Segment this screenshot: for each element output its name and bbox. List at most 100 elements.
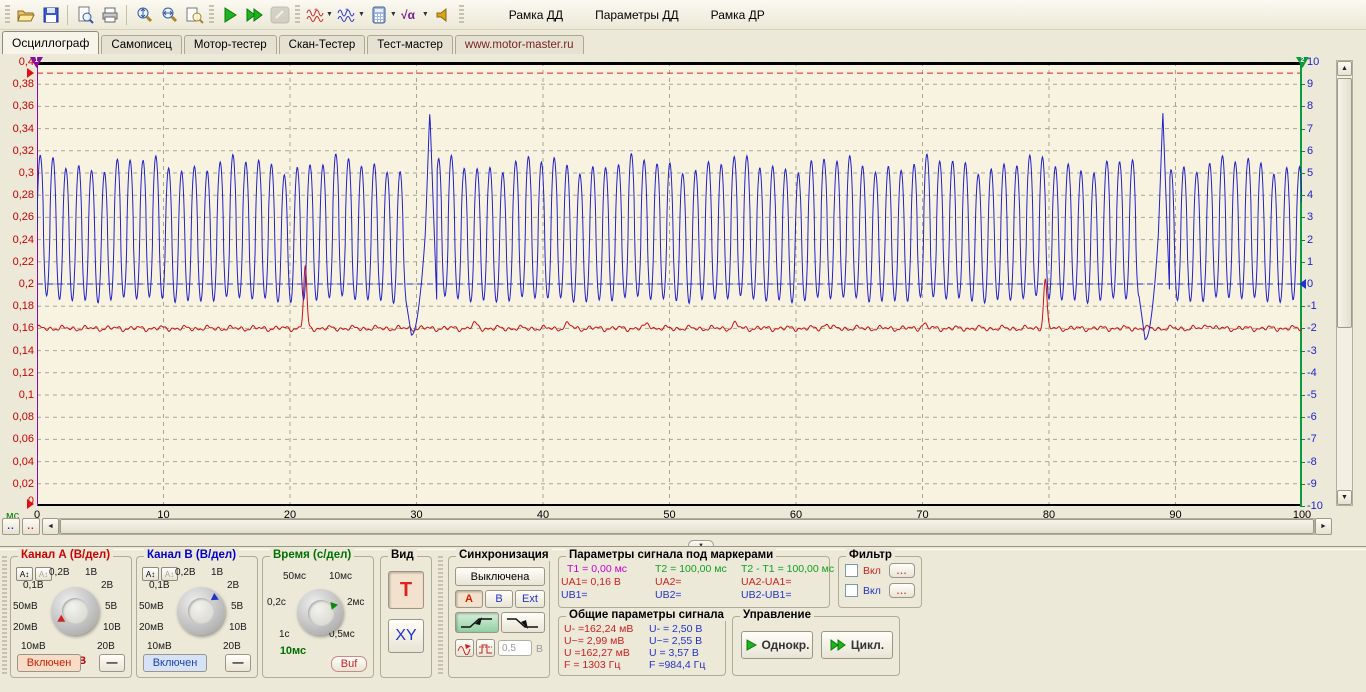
- channel-b-zero-arrow[interactable]: [1294, 279, 1306, 289]
- plot-region: 0,020,040,060,080,10,120,140,160,180,20,…: [0, 54, 1366, 546]
- tab-scan-tester[interactable]: Скан-Тестер: [279, 35, 366, 54]
- knob-pointer: [211, 593, 224, 605]
- sync-off-button[interactable]: Выключена: [455, 567, 545, 586]
- dt-value: T2 - T1 = 100,00 мс: [741, 563, 834, 575]
- y-axis-right-tickmark: [1300, 173, 1305, 174]
- y-axis-right-tickmark: [1300, 373, 1305, 374]
- knob-center: [188, 598, 214, 624]
- knob-label: 5В: [231, 601, 243, 612]
- channel-b-invert-button[interactable]: —: [225, 654, 251, 672]
- y-axis-left-tick: 0,1: [0, 389, 34, 401]
- toolbar-separator: [126, 5, 127, 25]
- tab-website[interactable]: www.motor-master.ru: [455, 35, 584, 54]
- spectrum-b-icon[interactable]: +: [335, 3, 360, 27]
- trigger-level-arrow[interactable]: [27, 68, 39, 78]
- menu-frame-dr[interactable]: Рамка ДР: [695, 4, 781, 26]
- menu-params-dd[interactable]: Параметры ДД: [579, 4, 695, 26]
- dropdown-arrow-icon[interactable]: ▼: [326, 11, 333, 18]
- knob-label: 20мВ: [13, 622, 38, 633]
- y-axis-left-tick: 0,24: [0, 234, 34, 246]
- panel-grip[interactable]: [438, 556, 443, 674]
- dropdown-arrow-icon[interactable]: ▼: [422, 11, 429, 18]
- scroll-down-button[interactable]: ▼: [1337, 490, 1352, 505]
- horizontal-scroll-track[interactable]: [59, 518, 1315, 535]
- filter-b-checkbox[interactable]: [845, 584, 858, 597]
- y-axis-right-tickmark: [1300, 129, 1305, 130]
- view-xy-button[interactable]: XY: [388, 619, 424, 653]
- zoom-selection-icon[interactable]: [181, 3, 206, 27]
- tab-motor-tester[interactable]: Мотор-тестер: [184, 35, 277, 54]
- horizontal-scrollbar[interactable]: .. .. ◄ ►: [2, 518, 1332, 535]
- filter-a-checkbox[interactable]: [845, 564, 858, 577]
- tab-test-master[interactable]: Тест-мастер: [367, 35, 453, 54]
- b-dc-value: U- = 2,50 В: [649, 623, 702, 635]
- scroll-left-button[interactable]: ◄: [42, 518, 59, 535]
- knob-center: [62, 598, 88, 624]
- cursor-a-button[interactable]: ..: [2, 518, 20, 535]
- run-single-label: Однокр.: [762, 638, 810, 652]
- y-axis-left-tick: 0,4: [0, 56, 34, 68]
- view-t-button[interactable]: T: [388, 571, 424, 609]
- ub2-value: UВ2=: [655, 589, 682, 601]
- spectrum-a-icon[interactable]: +: [303, 3, 328, 27]
- dropdown-arrow-icon[interactable]: ▼: [358, 11, 365, 18]
- math-formula-icon[interactable]: √α: [399, 3, 424, 27]
- knob-label: 0,1В: [149, 580, 170, 591]
- scroll-right-button[interactable]: ►: [1315, 518, 1332, 535]
- zoom-horizontal-icon[interactable]: [156, 3, 181, 27]
- channel-a-range-knob[interactable]: [51, 587, 99, 635]
- channel-b-power-button[interactable]: Включен: [143, 654, 207, 672]
- sync-edge-rising-button[interactable]: [455, 612, 499, 633]
- calculator-icon[interactable]: [367, 3, 392, 27]
- sync-level-input[interactable]: [498, 640, 532, 656]
- control-title: Управление: [740, 609, 814, 621]
- knob-label: 50мВ: [13, 601, 38, 612]
- tab-recorder[interactable]: Самописец: [101, 35, 182, 54]
- y-axis-left-tick: 0,26: [0, 211, 34, 223]
- sound-icon[interactable]: [431, 3, 456, 27]
- filter-b-more-button[interactable]: ...: [889, 583, 915, 598]
- time-range-knob[interactable]: [297, 589, 343, 635]
- horizontal-scroll-thumb[interactable]: [60, 519, 1314, 534]
- channel-a-power-button[interactable]: Включен: [17, 654, 81, 672]
- knob-label: 1В: [211, 567, 223, 578]
- run-single-button[interactable]: Однокр.: [741, 631, 813, 659]
- menu-frame-dd[interactable]: Рамка ДД: [493, 4, 579, 26]
- tab-oscilloscope[interactable]: Осциллограф: [2, 31, 99, 54]
- scroll-up-button[interactable]: ▲: [1337, 61, 1352, 76]
- panel-grip[interactable]: [2, 556, 7, 674]
- y-axis-right-tickmark: [1300, 351, 1305, 352]
- y-axis-left-tick: 0,28: [0, 189, 34, 201]
- channel-a-zero-arrow[interactable]: [27, 499, 39, 509]
- save-icon[interactable]: [38, 3, 63, 27]
- dropdown-arrow-icon[interactable]: ▼: [390, 11, 397, 18]
- run-single-icon[interactable]: [217, 3, 242, 27]
- channel-a-invert-button[interactable]: —: [99, 654, 125, 672]
- y-axis-left-tick: 0,34: [0, 123, 34, 135]
- run-cycle-button[interactable]: Цикл.: [821, 631, 893, 659]
- vertical-scrollbar[interactable]: ▲ ▼: [1336, 60, 1353, 506]
- sync-edge-falling-button[interactable]: [501, 612, 545, 633]
- sync-source-a-button[interactable]: А: [455, 590, 483, 608]
- cursor-b-button[interactable]: ..: [22, 518, 40, 535]
- buffer-button[interactable]: Buf: [331, 656, 367, 672]
- sync-source-b-button[interactable]: В: [485, 590, 513, 608]
- print-preview-icon[interactable]: [72, 3, 97, 27]
- zoom-vertical-icon[interactable]: [131, 3, 156, 27]
- menubar: Рамка ДД Параметры ДД Рамка ДР: [493, 4, 781, 26]
- sync-mode-wave-button[interactable]: [455, 639, 474, 657]
- print-icon[interactable]: [97, 3, 122, 27]
- sync-source-ext-button[interactable]: Ext: [515, 590, 545, 608]
- sync-mode-pulse-button[interactable]: [476, 639, 495, 657]
- y-axis-right-tickmark: [1300, 106, 1305, 107]
- vertical-scroll-thumb[interactable]: [1337, 78, 1352, 328]
- y-axis-right-tickmark: [1300, 506, 1305, 507]
- channel-b-range-knob[interactable]: [177, 587, 225, 635]
- run-continuous-icon[interactable]: [242, 3, 267, 27]
- oscillogram-plot[interactable]: [37, 62, 1302, 506]
- y-axis-right-tick: 5: [1307, 167, 1335, 179]
- y-axis-right-tickmark: [1300, 306, 1305, 307]
- y-axis-right-tick: -1: [1307, 300, 1335, 312]
- filter-a-more-button[interactable]: ...: [889, 563, 915, 578]
- open-file-icon[interactable]: [13, 3, 38, 27]
